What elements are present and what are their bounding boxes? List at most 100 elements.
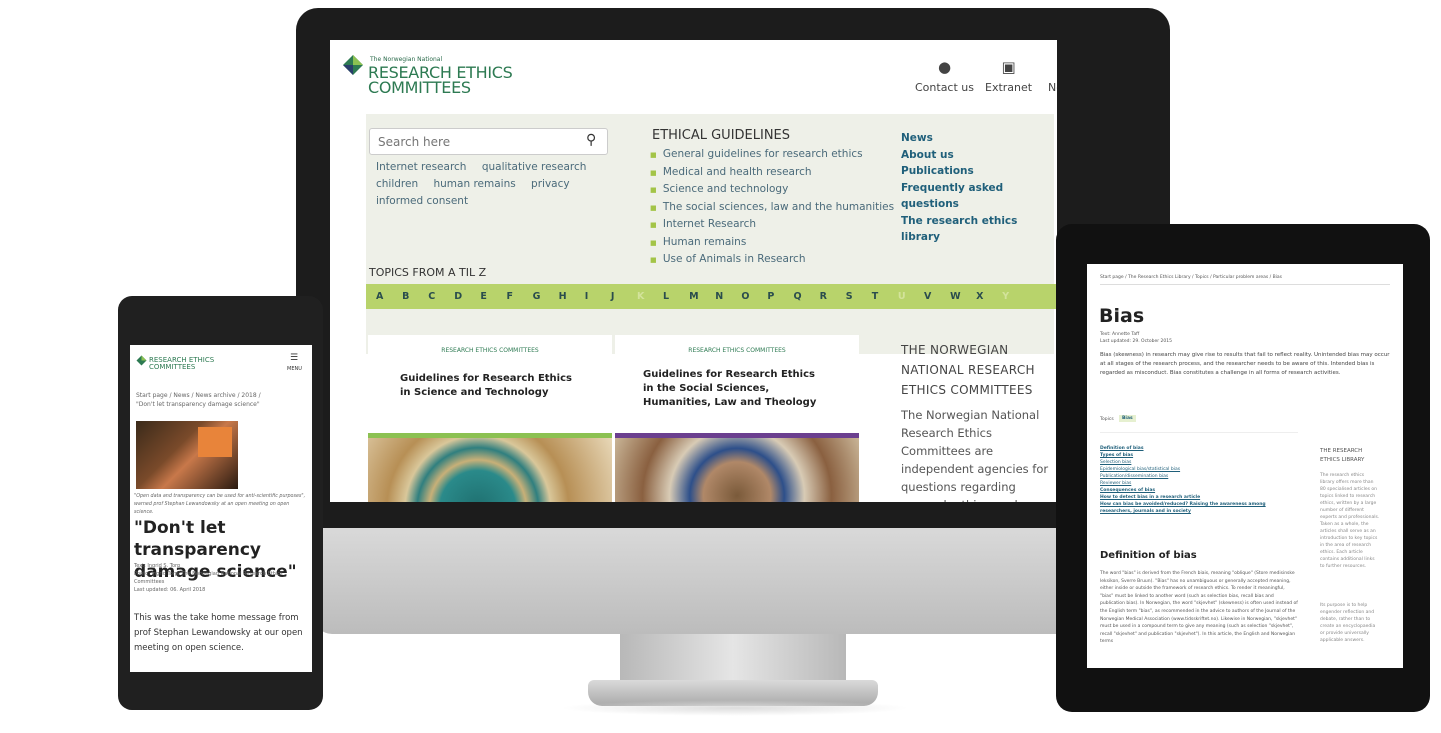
tablet-screen: Start page / The Research Ethics Library… [1087, 264, 1403, 668]
contact-label: Contact us [915, 81, 974, 94]
letter-link[interactable]: A [376, 291, 402, 302]
logo-icon [343, 55, 363, 75]
letter-link[interactable]: P [767, 291, 793, 302]
tag-link[interactable]: children [376, 178, 418, 190]
article-meta: Text: Annette Taff Last updated: 29. Oct… [1100, 331, 1172, 345]
toc-link[interactable]: Epidemiological bias/statistical bias [1100, 466, 1298, 473]
letter-link[interactable]: F [506, 291, 532, 302]
monitor-chin [314, 528, 1152, 634]
letter-link[interactable]: B [402, 291, 428, 302]
intro-text: Bias (skewness) in research may give ris… [1100, 352, 1390, 376]
letter-link[interactable]: X [976, 291, 1002, 302]
letter-link[interactable]: R [820, 291, 846, 302]
toc-link[interactable]: Publication/dissemination bias [1100, 473, 1298, 480]
toc-link[interactable]: Selection bias [1100, 459, 1298, 466]
tag-link[interactable]: human remains [433, 178, 515, 190]
ethical-guidelines-title: ETHICAL GUIDELINES [652, 128, 791, 143]
breadcrumb-path[interactable]: Start page / News / News archive / 2018 … [136, 391, 308, 400]
logo-icon [136, 355, 147, 366]
search-icon[interactable]: ⚲ [586, 132, 596, 148]
guideline-link[interactable]: The social sciences, law and the humanit… [650, 199, 894, 217]
letter-link[interactable]: L [663, 291, 689, 302]
search-input[interactable] [369, 128, 608, 155]
photo-screen [198, 427, 232, 457]
menu-label[interactable]: MENU [287, 366, 302, 372]
letter-link[interactable]: D [454, 291, 480, 302]
norsk-button[interactable]: ⊕ Norsk [1048, 58, 1057, 94]
letter-link[interactable]: C [428, 291, 454, 302]
tag-link[interactable]: informed consent [376, 195, 468, 207]
meta-line: Text: Annette Taff [1100, 332, 1140, 337]
meta-line: Text: Ingrid S. Torp [134, 563, 181, 569]
toc-link[interactable]: Definition of bias [1100, 445, 1298, 452]
letter-link[interactable]: Q [794, 291, 820, 302]
letter-link[interactable]: V [924, 291, 950, 302]
guideline-link[interactable]: Medical and health research [650, 164, 894, 182]
link-library[interactable]: The research ethics library [901, 213, 1057, 246]
about-text: The Norwegian National Research Ethics C… [901, 408, 1049, 502]
meta-line: Photo: Ingrid Torp/ The Norwegian Nation… [134, 571, 283, 585]
toc-link[interactable]: Reviewer bias [1100, 480, 1298, 487]
letter-link[interactable]: N [715, 291, 741, 302]
letter-link[interactable]: O [741, 291, 767, 302]
publication-cover-image [368, 438, 612, 502]
breadcrumb[interactable]: Start page / The Research Ethics Library… [1100, 274, 1390, 281]
sidebar-text: The research ethics library offers more … [1320, 473, 1380, 569]
letter-link[interactable]: W [950, 291, 976, 302]
publication-card[interactable]: RESEARCH ETHICS COMMITTEES Guidelines fo… [368, 335, 612, 502]
guideline-link[interactable]: General guidelines for research ethics [650, 146, 894, 164]
letter-link[interactable]: T [872, 291, 898, 302]
letter-link[interactable]: I [585, 291, 611, 302]
guideline-link[interactable]: Use of Animals in Research [650, 251, 894, 269]
publication-title-line: Humanities, Law and Theology [643, 397, 817, 408]
link-about[interactable]: About us [901, 147, 1057, 164]
letter-link[interactable]: J [611, 291, 637, 302]
chat-icon: ● [937, 58, 952, 76]
letter-link[interactable]: G [533, 291, 559, 302]
divider [1100, 284, 1390, 285]
breadcrumb: Start page / News / News archive / 2018 … [136, 391, 308, 409]
site-logo[interactable]: RESEARCH ETHICS COMMITTEES [149, 357, 229, 371]
sidebar-text: Its purpose is to help engender reflecti… [1320, 603, 1376, 643]
quick-links: News About us Publications Frequently as… [901, 130, 1057, 246]
ethical-guidelines-list: General guidelines for research ethics M… [650, 146, 894, 269]
link-faq[interactable]: Frequently asked questions [901, 180, 1057, 213]
guideline-link[interactable]: Internet Research [650, 216, 894, 234]
site-logo[interactable]: RESEARCH ETHICS COMMITTEES [368, 65, 513, 97]
toc-link[interactable]: Types of bias [1100, 452, 1298, 459]
letter-link[interactable]: M [689, 291, 715, 302]
popular-tags: Internet research qualitative research c… [376, 159, 616, 210]
topics-title: TOPICS FROM A TIL Z [369, 266, 487, 279]
letter-link[interactable]: H [559, 291, 585, 302]
guideline-link[interactable]: Science and technology [650, 181, 894, 199]
menu-icon[interactable]: ☰ [290, 354, 298, 363]
publication-card[interactable]: RESEARCH ETHICS COMMITTEES Guidelines fo… [615, 335, 859, 502]
tag-link[interactable]: Internet research [376, 161, 466, 173]
section-body: The word "bias" is derived from the Fren… [1100, 571, 1298, 645]
section-title: Definition of bias [1100, 550, 1197, 561]
desktop-screen: The Norwegian National RESEARCH ETHICS C… [330, 40, 1057, 502]
topic-tag[interactable]: Bias [1119, 415, 1136, 422]
about-title: THE NORWEGIAN NATIONAL RESEARCH ETHICS C… [901, 343, 1035, 397]
page-title: Bias [1099, 305, 1145, 327]
globe-icon: ⊕ [1048, 58, 1057, 76]
toc-link[interactable]: How can bias be avoided/reduced? Raising… [1100, 501, 1298, 515]
tag-link[interactable]: privacy [531, 178, 570, 190]
logo-line2: COMMITTEES [368, 78, 471, 97]
link-publications[interactable]: Publications [901, 163, 1057, 180]
lock-icon: ▣ [1001, 58, 1016, 76]
publication-title-line: Guidelines for Research Ethics [643, 369, 815, 380]
monitor-shadow [560, 700, 910, 716]
guideline-link[interactable]: Human remains [650, 234, 894, 252]
toc-link[interactable]: Consequences of bias [1100, 487, 1298, 494]
tag-link[interactable]: qualitative research [482, 161, 587, 173]
toc-link[interactable]: How to detect bias in a research article [1100, 494, 1298, 501]
publication-title: Guidelines for Research Ethics in Scienc… [368, 372, 612, 400]
letter-link[interactable]: E [480, 291, 506, 302]
letter-disabled: Y [1002, 291, 1010, 302]
publication-title-line: Guidelines for Research Ethics [400, 373, 572, 384]
extranet-button[interactable]: ▣ Extranet [985, 58, 1032, 94]
letter-link[interactable]: S [846, 291, 872, 302]
link-news[interactable]: News [901, 130, 1057, 147]
contact-button[interactable]: ● Contact us [915, 58, 974, 94]
